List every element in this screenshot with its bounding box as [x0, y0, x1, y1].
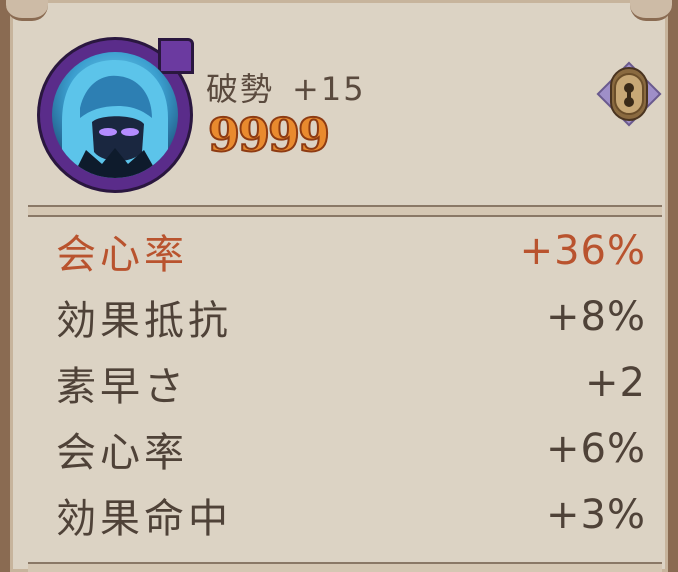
- stat-name: 素早さ: [56, 364, 188, 410]
- power-value: 9999: [207, 107, 331, 163]
- stat-value: +6%: [546, 426, 646, 472]
- stat-name: 会心率: [56, 232, 188, 278]
- item-detail-panel: 破勢 +15 9999 会心率 +36% 効果抵抗 +8% 素早さ +2 会心率 …: [0, 0, 678, 572]
- soul-title: 破勢 +15: [206, 64, 366, 108]
- sub-stat-row: 素早さ +2: [56, 350, 646, 416]
- panel-corner-ornament: [630, 0, 672, 21]
- sub-stat-row: 会心率 +6%: [56, 416, 646, 482]
- stats-list: 会心率 +36% 効果抵抗 +8% 素早さ +2 会心率 +6% 効果命中 +3…: [56, 218, 646, 548]
- stat-value: +8%: [546, 294, 646, 340]
- sub-stat-row: 効果命中 +3%: [56, 482, 646, 548]
- stat-name: 会心率: [56, 430, 188, 476]
- soul-avatar[interactable]: [40, 38, 194, 190]
- section-divider: [28, 205, 662, 217]
- lock-button[interactable]: [593, 58, 665, 130]
- stat-value: +36%: [519, 228, 646, 274]
- rarity-tab: [158, 38, 194, 74]
- stat-value: +3%: [546, 492, 646, 538]
- stat-value: +2: [585, 360, 646, 406]
- panel-corner-ornament: [6, 0, 48, 21]
- soul-level: +15: [292, 70, 366, 108]
- soul-name: 破勢: [206, 70, 275, 108]
- sub-stat-row: 効果抵抗 +8%: [56, 284, 646, 350]
- stat-name: 効果命中: [56, 496, 232, 542]
- lock-icon: [596, 61, 662, 127]
- character-portrait-icon: [52, 52, 178, 178]
- main-stat-row: 会心率 +36%: [56, 218, 646, 284]
- section-divider: [28, 562, 662, 572]
- stat-name: 効果抵抗: [56, 298, 232, 344]
